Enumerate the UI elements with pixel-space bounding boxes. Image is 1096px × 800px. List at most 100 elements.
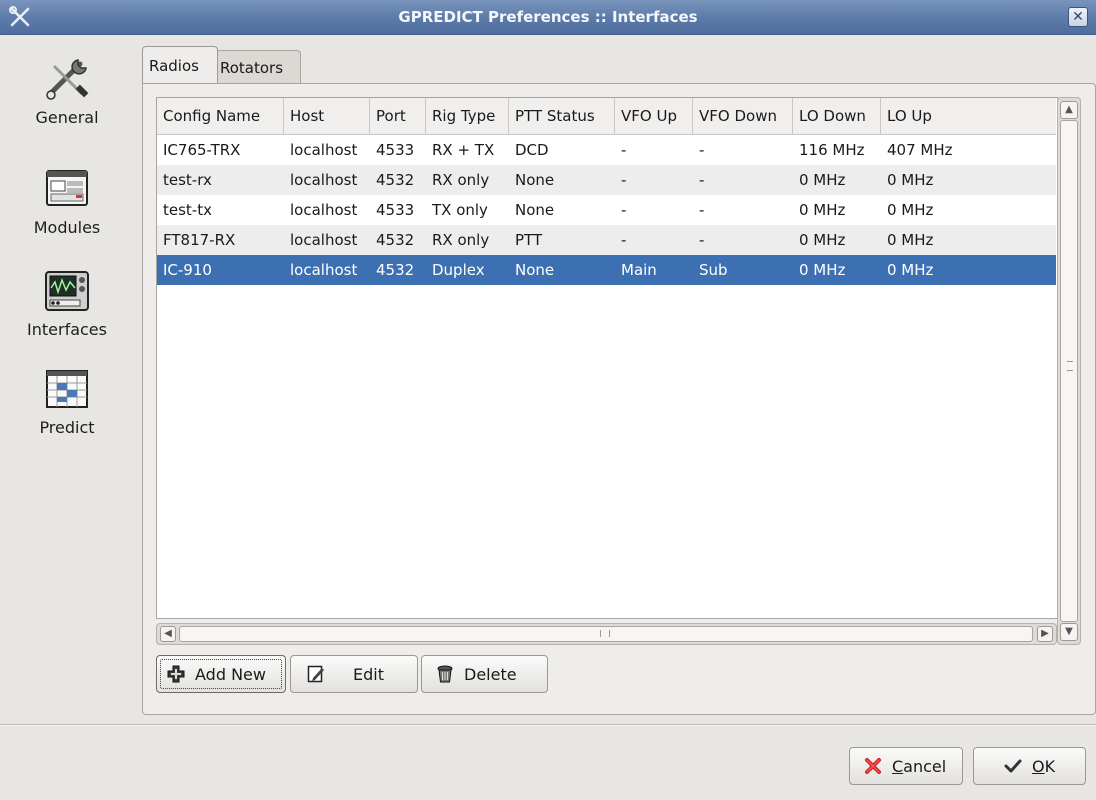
cell-host: localhost — [290, 231, 358, 249]
grip-icon — [600, 630, 610, 637]
cell-host: localhost — [290, 201, 358, 219]
table-row[interactable]: IC765-TRX localhost 4533 RX + TX DCD - -… — [157, 135, 1056, 165]
cell-ptt-status: None — [515, 201, 555, 219]
scroll-left-button[interactable]: ◀ — [160, 626, 176, 642]
cell-port: 4533 — [376, 141, 415, 159]
column-header-vfo-down[interactable]: VFO Down — [693, 98, 793, 134]
column-header-ptt-status[interactable]: PTT Status — [509, 98, 615, 134]
edit-label: Edit — [353, 664, 384, 684]
chevron-up-icon: ▲ — [1065, 104, 1073, 115]
radios-table[interactable]: Config Name Host Port Rig Type PTT Statu… — [156, 97, 1058, 619]
cancel-button[interactable]: Cancel — [849, 747, 963, 785]
cell-rig-type: RX + TX — [432, 141, 495, 159]
cell-ptt-status: DCD — [515, 141, 549, 159]
checkmark-icon — [1004, 757, 1022, 775]
grip-icon — [1067, 361, 1073, 371]
cell-config-name: IC-910 — [163, 261, 212, 279]
sidebar-item-general[interactable]: General — [0, 54, 134, 127]
column-header-vfo-up[interactable]: VFO Up — [615, 98, 693, 134]
chevron-left-icon: ◀ — [164, 628, 172, 639]
cell-vfo-up: - — [621, 231, 627, 249]
cell-vfo-up: - — [621, 171, 627, 189]
delete-button[interactable]: Delete — [421, 655, 548, 693]
edit-button[interactable]: Edit — [290, 655, 418, 693]
cell-lo-down: 0 MHz — [799, 231, 846, 249]
add-new-button[interactable]: Add New — [156, 655, 286, 693]
table-row[interactable]: FT817-RX localhost 4532 RX only PTT - - … — [157, 225, 1056, 255]
cell-lo-up: 0 MHz — [887, 231, 934, 249]
cell-lo-up: 0 MHz — [887, 261, 934, 279]
cell-host: localhost — [290, 261, 358, 279]
tab-radios[interactable]: Radios — [142, 46, 218, 83]
sidebar-item-label: Predict — [39, 418, 95, 437]
sidebar-item-label: Interfaces — [27, 320, 107, 339]
close-window-button[interactable]: ✕ — [1068, 7, 1088, 27]
cell-ptt-status: None — [515, 261, 555, 279]
column-header-lo-up[interactable]: LO Up — [881, 98, 1056, 134]
delete-label: Delete — [464, 664, 517, 684]
cell-vfo-down: - — [699, 201, 705, 219]
sidebar-item-interfaces[interactable]: Interfaces — [0, 266, 134, 339]
ok-label-rest: K — [1044, 756, 1056, 776]
table-row-selected[interactable]: IC-910 localhost 4532 Duplex None Main S… — [157, 255, 1056, 285]
horizontal-scroll-thumb[interactable] — [179, 626, 1033, 642]
cell-lo-down: 116 MHz — [799, 141, 865, 159]
edit-pencil-icon — [307, 665, 325, 683]
scroll-right-button[interactable]: ▶ — [1037, 626, 1053, 642]
cell-rig-type: Duplex — [432, 261, 485, 279]
window-title: GPREDICT Preferences :: Interfaces — [398, 8, 698, 26]
modules-window-icon — [42, 164, 92, 214]
horizontal-scrollbar[interactable]: ◀ ▶ — [156, 623, 1057, 645]
sidebar-item-modules[interactable]: Modules — [0, 164, 134, 237]
cancel-label: Cancel — [892, 757, 946, 776]
table-row[interactable]: test-rx localhost 4532 RX only None - - … — [157, 165, 1056, 195]
sidebar-item-predict[interactable]: Predict — [0, 364, 134, 437]
table-row[interactable]: test-tx localhost 4533 TX only None - - … — [157, 195, 1056, 225]
predict-grid-icon — [42, 364, 92, 414]
vertical-scroll-thumb[interactable] — [1060, 120, 1078, 622]
cancel-label-rest: ancel — [903, 756, 947, 776]
table-header: Config Name Host Port Rig Type PTT Statu… — [157, 98, 1056, 135]
cell-config-name: IC765-TRX — [163, 141, 241, 159]
cell-ptt-status: None — [515, 171, 555, 189]
ok-button[interactable]: OK — [973, 747, 1086, 785]
sidebar-item-label: General — [35, 108, 99, 127]
ok-mnemonic: O — [1032, 756, 1045, 776]
scroll-down-button[interactable]: ▼ — [1060, 623, 1078, 641]
cell-config-name: test-tx — [163, 201, 212, 219]
cell-port: 4532 — [376, 171, 415, 189]
cell-lo-down: 0 MHz — [799, 171, 846, 189]
cell-vfo-down: Sub — [699, 261, 728, 279]
cell-rig-type: RX only — [432, 171, 490, 189]
column-header-host[interactable]: Host — [284, 98, 370, 134]
cell-vfo-up: - — [621, 141, 627, 159]
scroll-up-button[interactable]: ▲ — [1060, 101, 1078, 119]
close-icon: ✕ — [1072, 9, 1084, 25]
focus-ring — [160, 659, 282, 689]
column-header-lo-down[interactable]: LO Down — [793, 98, 881, 134]
cell-port: 4533 — [376, 201, 415, 219]
column-header-port[interactable]: Port — [370, 98, 426, 134]
cell-port: 4532 — [376, 231, 415, 249]
chevron-right-icon: ▶ — [1041, 628, 1049, 639]
radio-scope-icon — [42, 266, 92, 316]
cell-lo-down: 0 MHz — [799, 261, 846, 279]
cell-rig-type: TX only — [432, 201, 488, 219]
ok-label: OK — [1032, 757, 1055, 776]
sidebar-item-label: Modules — [33, 218, 101, 237]
cell-vfo-up: - — [621, 201, 627, 219]
cell-lo-down: 0 MHz — [799, 201, 846, 219]
tab-rotators[interactable]: Rotators — [213, 50, 301, 85]
cancel-x-icon — [864, 757, 882, 775]
cell-vfo-down: - — [699, 171, 705, 189]
vertical-scrollbar[interactable]: ▲ ▼ — [1057, 97, 1081, 645]
preferences-sidebar: General Modules Interfaces Predict — [0, 34, 134, 714]
table-body: IC765-TRX localhost 4533 RX + TX DCD - -… — [157, 135, 1056, 285]
trash-icon — [436, 665, 454, 683]
column-header-rig-type[interactable]: Rig Type — [426, 98, 509, 134]
cell-host: localhost — [290, 141, 358, 159]
dialog-divider — [0, 724, 1096, 726]
cell-vfo-down: - — [699, 231, 705, 249]
cell-ptt-status: PTT — [515, 231, 543, 249]
column-header-config-name[interactable]: Config Name — [157, 98, 284, 134]
